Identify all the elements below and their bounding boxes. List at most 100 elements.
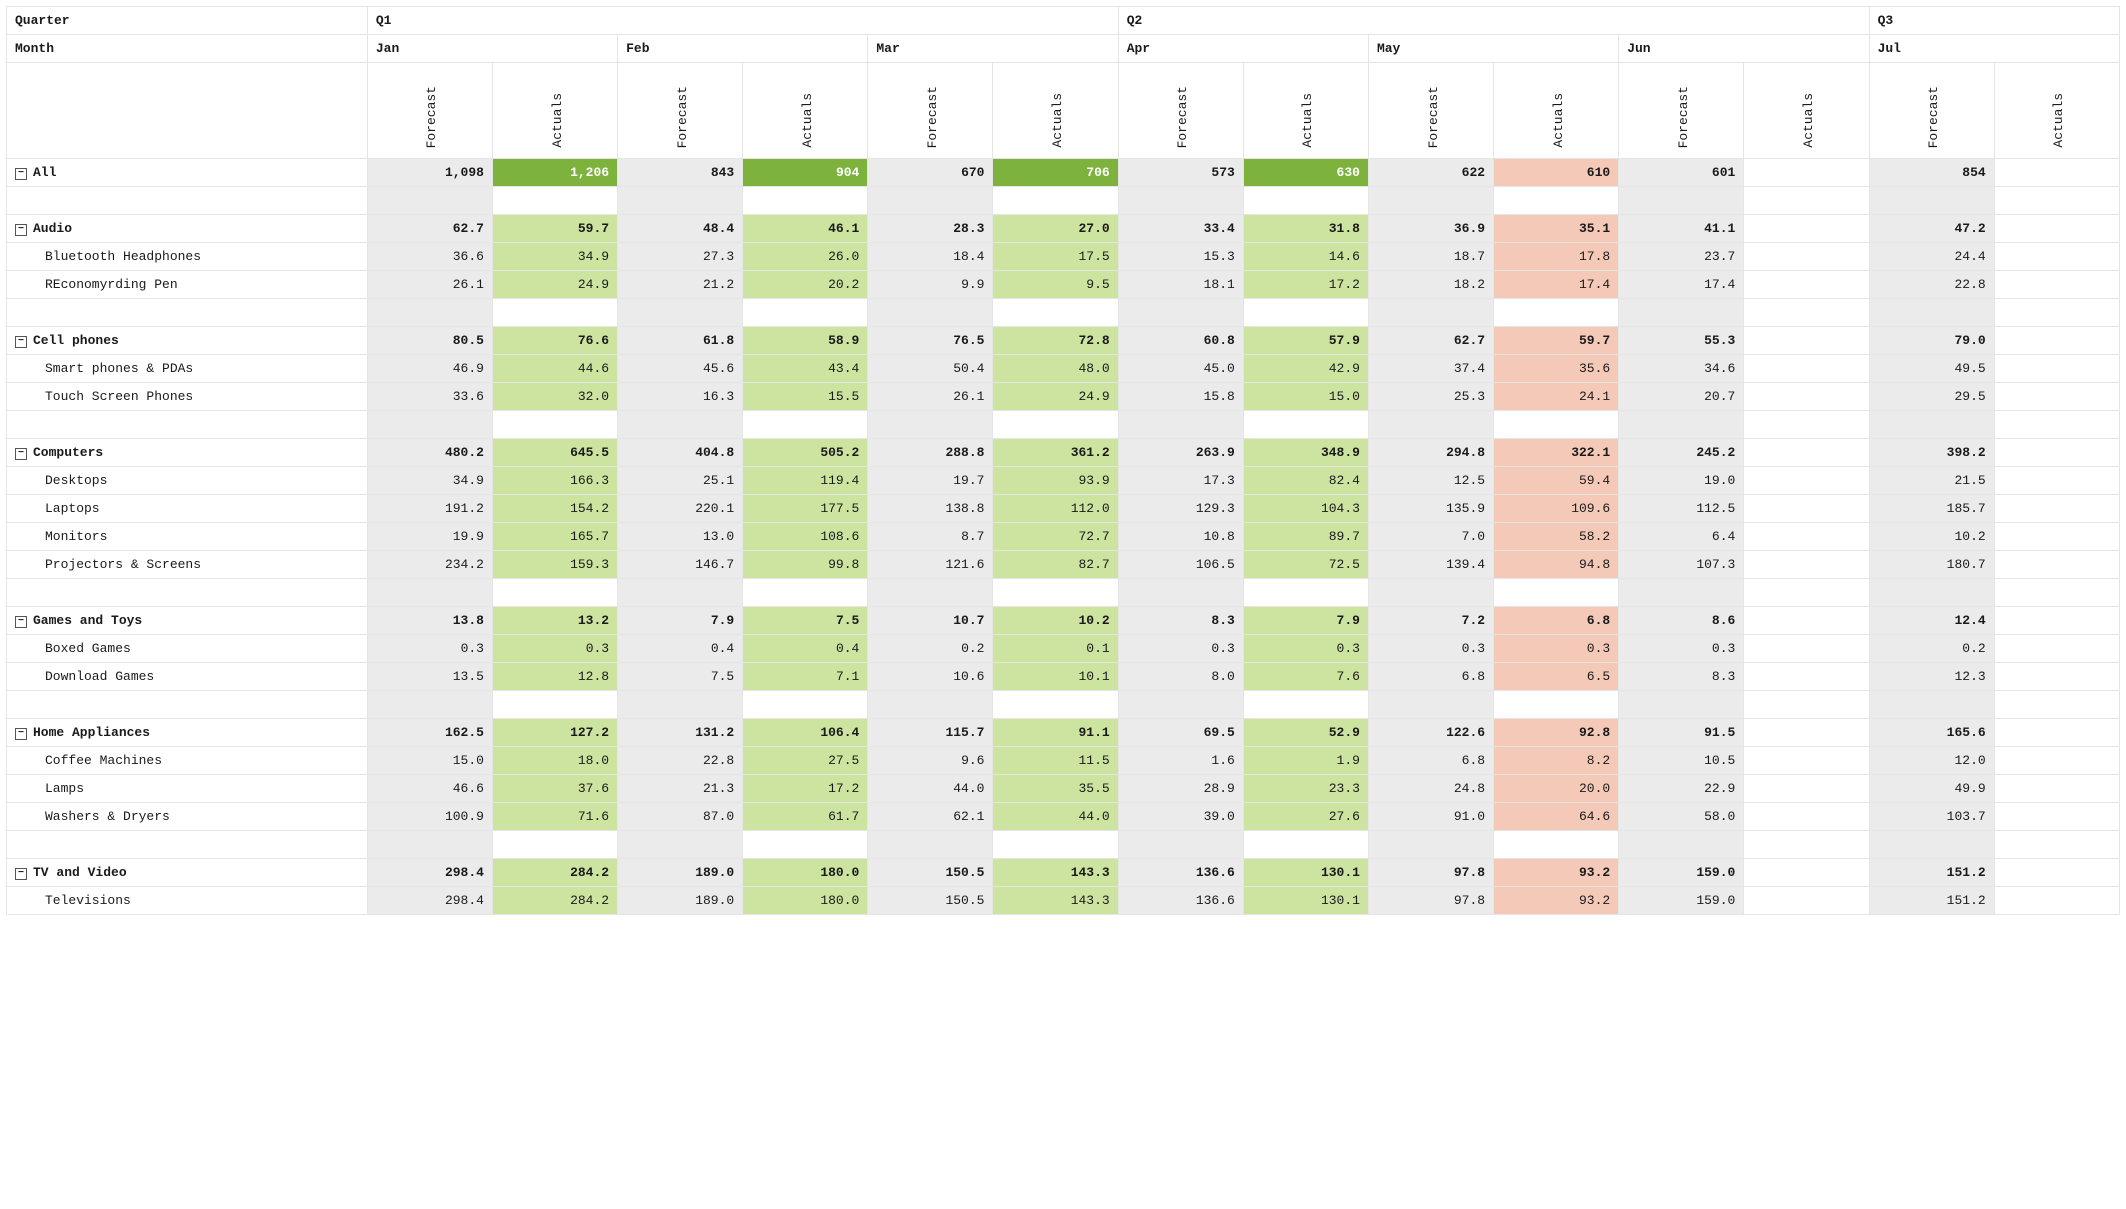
data-cell[interactable]: 670 [868,159,993,187]
data-cell[interactable]: 284.2 [492,859,617,887]
data-cell[interactable]: 130.1 [1243,859,1368,887]
header-metric[interactable]: Forecast [868,63,993,159]
data-cell[interactable]: 185.7 [1869,495,1994,523]
data-cell[interactable]: 24.9 [492,271,617,299]
header-month[interactable]: Feb [618,35,868,63]
data-cell[interactable]: 47.2 [1869,215,1994,243]
data-cell[interactable]: 119.4 [743,467,868,495]
data-cell[interactable]: 18.1 [1118,271,1243,299]
data-cell[interactable] [1994,663,2119,691]
data-cell[interactable] [1994,355,2119,383]
data-cell[interactable]: 1,098 [367,159,492,187]
header-metric[interactable]: Forecast [1869,63,1994,159]
header-metric[interactable]: Actuals [1494,63,1619,159]
data-cell[interactable]: 49.5 [1869,355,1994,383]
data-cell[interactable]: 29.5 [1869,383,1994,411]
header-month[interactable]: Apr [1118,35,1368,63]
data-cell[interactable]: 58.2 [1494,523,1619,551]
data-cell[interactable]: 93.2 [1494,859,1619,887]
data-cell[interactable]: 36.6 [367,243,492,271]
data-cell[interactable]: 165.6 [1869,719,1994,747]
data-cell[interactable]: 35.5 [993,775,1118,803]
data-cell[interactable]: 37.4 [1368,355,1493,383]
data-cell[interactable]: 0.3 [1118,635,1243,663]
header-metric[interactable]: Forecast [367,63,492,159]
data-cell[interactable]: 27.3 [618,243,743,271]
data-cell[interactable] [1994,495,2119,523]
data-cell[interactable]: 42.9 [1243,355,1368,383]
data-cell[interactable]: 76.6 [492,327,617,355]
data-cell[interactable]: 71.6 [492,803,617,831]
data-cell[interactable]: 17.2 [1243,271,1368,299]
data-cell[interactable]: 573 [1118,159,1243,187]
data-cell[interactable] [1744,439,1869,467]
data-cell[interactable]: 59.7 [1494,327,1619,355]
header-metric[interactable]: Forecast [1368,63,1493,159]
data-cell[interactable]: 0.1 [993,635,1118,663]
data-cell[interactable]: 24.4 [1869,243,1994,271]
data-cell[interactable] [1744,607,1869,635]
data-cell[interactable]: 159.3 [492,551,617,579]
data-cell[interactable]: 106.5 [1118,551,1243,579]
data-cell[interactable] [1744,271,1869,299]
data-cell[interactable]: 234.2 [367,551,492,579]
data-cell[interactable]: 284.2 [492,887,617,915]
data-cell[interactable]: 9.5 [993,271,1118,299]
data-cell[interactable]: 1.6 [1118,747,1243,775]
data-cell[interactable]: 8.3 [1118,607,1243,635]
data-cell[interactable] [1744,887,1869,915]
data-cell[interactable]: 13.0 [618,523,743,551]
data-cell[interactable]: 7.9 [618,607,743,635]
data-cell[interactable]: 76.5 [868,327,993,355]
data-cell[interactable]: 139.4 [1368,551,1493,579]
data-cell[interactable] [1744,859,1869,887]
data-cell[interactable]: 23.7 [1619,243,1744,271]
header-month[interactable]: May [1368,35,1618,63]
data-cell[interactable]: 91.1 [993,719,1118,747]
data-cell[interactable]: 59.4 [1494,467,1619,495]
data-cell[interactable]: 17.2 [743,775,868,803]
data-cell[interactable]: 21.3 [618,775,743,803]
header-month[interactable]: Mar [868,35,1118,63]
data-cell[interactable]: 143.3 [993,887,1118,915]
data-cell[interactable]: 122.6 [1368,719,1493,747]
data-cell[interactable]: 361.2 [993,439,1118,467]
data-cell[interactable]: 97.8 [1368,887,1493,915]
data-cell[interactable]: 8.6 [1619,607,1744,635]
data-cell[interactable] [1744,775,1869,803]
data-cell[interactable]: 136.6 [1118,859,1243,887]
data-cell[interactable] [1744,467,1869,495]
header-month[interactable]: Jun [1619,35,1869,63]
data-cell[interactable]: 19.0 [1619,467,1744,495]
data-cell[interactable]: 103.7 [1869,803,1994,831]
data-cell[interactable] [1744,159,1869,187]
data-cell[interactable]: 288.8 [868,439,993,467]
data-cell[interactable] [1744,523,1869,551]
header-metric[interactable]: Forecast [1619,63,1744,159]
data-cell[interactable]: 10.2 [1869,523,1994,551]
data-cell[interactable]: 177.5 [743,495,868,523]
data-cell[interactable]: 59.7 [492,215,617,243]
data-cell[interactable]: 7.5 [618,663,743,691]
data-cell[interactable]: 39.0 [1118,803,1243,831]
data-cell[interactable]: 7.2 [1368,607,1493,635]
data-cell[interactable]: 115.7 [868,719,993,747]
data-cell[interactable] [1994,747,2119,775]
data-cell[interactable] [1994,271,2119,299]
data-cell[interactable]: 0.3 [1494,635,1619,663]
data-cell[interactable] [1744,215,1869,243]
data-cell[interactable]: 106.4 [743,719,868,747]
header-metric[interactable]: Actuals [1243,63,1368,159]
data-cell[interactable]: 26.0 [743,243,868,271]
data-cell[interactable]: 58.0 [1619,803,1744,831]
data-cell[interactable]: 24.1 [1494,383,1619,411]
data-cell[interactable]: 135.9 [1368,495,1493,523]
data-cell[interactable]: 0.3 [1243,635,1368,663]
data-cell[interactable]: 0.3 [1368,635,1493,663]
data-cell[interactable]: 16.3 [618,383,743,411]
data-cell[interactable]: 36.9 [1368,215,1493,243]
header-month[interactable]: Jan [367,35,617,63]
data-cell[interactable]: 180.7 [1869,551,1994,579]
data-cell[interactable] [1994,803,2119,831]
data-cell[interactable]: 22.9 [1619,775,1744,803]
